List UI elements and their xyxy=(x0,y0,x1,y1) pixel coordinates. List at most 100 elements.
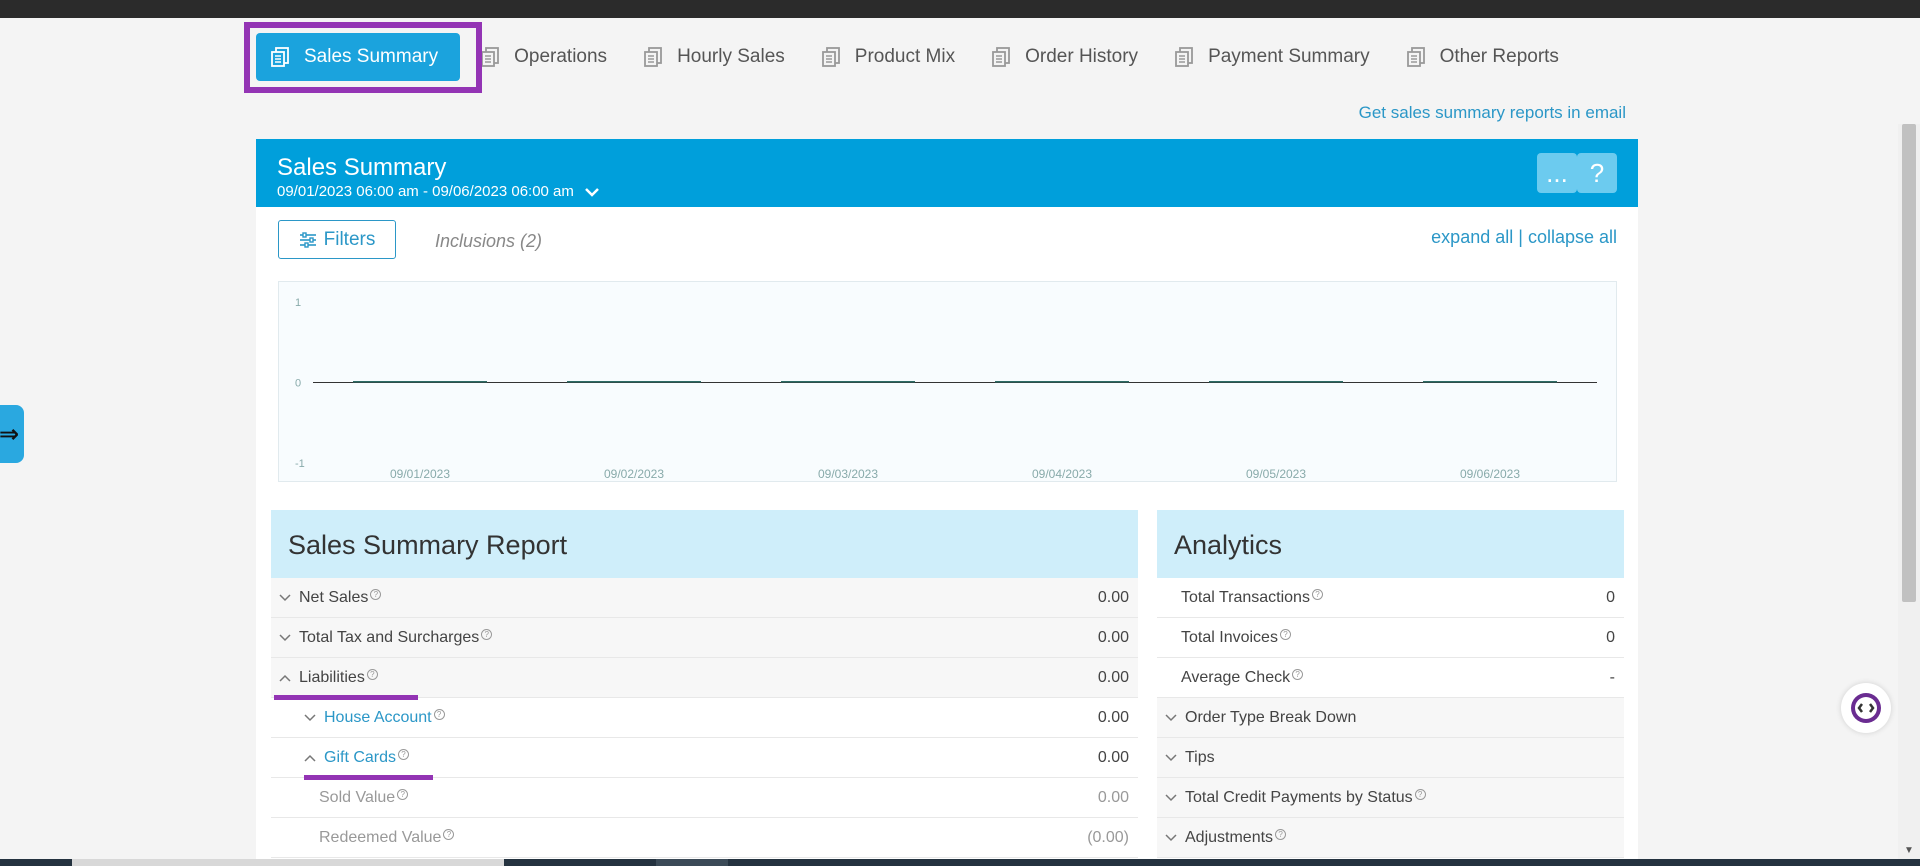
chart-bar[interactable] xyxy=(781,381,915,383)
chevron-down-icon xyxy=(279,589,291,607)
row-label: Liabilities xyxy=(299,668,365,686)
more-options-button[interactable]: ... xyxy=(1537,153,1577,193)
scrollbar-thumb[interactable] xyxy=(1902,124,1916,602)
y-tick-label: 1 xyxy=(295,297,301,309)
sidebar-toggle-button[interactable]: ⇒ xyxy=(0,405,24,463)
report-doc-icon xyxy=(1406,47,1425,67)
email-reports-link[interactable]: Get sales summary reports in email xyxy=(1359,103,1626,123)
analytics-row-transactions: Total Transactions? 0 xyxy=(1157,578,1624,618)
sales-summary-panel: Sales Summary 09/01/2023 06:00 am - 09/0… xyxy=(256,139,1638,866)
row-value: 0 xyxy=(1606,628,1615,646)
tab-order-history[interactable]: Order History xyxy=(977,33,1154,81)
tab-payment-summary[interactable]: Payment Summary xyxy=(1160,33,1386,81)
tab-operations[interactable]: Operations xyxy=(466,33,623,81)
x-tick-label: 09/03/2023 xyxy=(818,467,878,481)
analytics-row-adjustments[interactable]: Adjustments? xyxy=(1157,818,1624,858)
sales-chart: 1 0 -1 09/01/2023 09/02/2023 09/03/2023 09/04/… xyxy=(278,281,1617,482)
help-circle-icon[interactable]: ? xyxy=(398,749,410,760)
chart-svg: 1 0 -1 09/01/2023 09/02/2023 09/03/2023 09/04/… xyxy=(295,297,1597,481)
help-circle-icon[interactable]: ? xyxy=(481,629,493,640)
help-circle-icon[interactable]: ? xyxy=(443,829,455,840)
row-value: (0.00) xyxy=(1087,828,1129,846)
y-tick-label: -1 xyxy=(295,458,305,470)
chart-bar[interactable] xyxy=(567,381,701,383)
filters-button[interactable]: Filters xyxy=(278,220,396,259)
row-value: 0 xyxy=(1606,588,1615,606)
report-row-liabilities[interactable]: Liabilities? 0.00 xyxy=(271,658,1138,700)
row-label: House Account xyxy=(324,708,432,726)
date-range-text: 09/01/2023 06:00 am - 09/06/2023 06:00 a… xyxy=(277,183,574,200)
x-tick-label: 09/05/2023 xyxy=(1246,467,1306,481)
chevron-up-icon xyxy=(304,749,316,767)
scroll-down-arrow-icon[interactable]: ▼ xyxy=(1904,845,1914,856)
row-label: Total Credit Payments by Status xyxy=(1185,788,1413,806)
row-label: Total Tax and Surcharges xyxy=(299,628,480,646)
row-value: 0.00 xyxy=(1097,628,1129,646)
row-label: Sold Value xyxy=(319,788,396,806)
tab-hourly-sales[interactable]: Hourly Sales xyxy=(629,33,801,81)
arrow-right-icon: ⇒ xyxy=(0,420,20,448)
row-label: Redeemed Value xyxy=(319,828,442,846)
help-circle-icon[interactable]: ? xyxy=(397,789,409,800)
analytics-row-order-type[interactable]: Order Type Break Down xyxy=(1157,698,1624,738)
date-range-selector[interactable]: 09/01/2023 06:00 am - 09/06/2023 06:00 a… xyxy=(277,183,1638,200)
row-value: 0.00 xyxy=(1097,588,1129,606)
tab-label: Order History xyxy=(1025,46,1139,67)
analytics-row-credit-payments[interactable]: Total Credit Payments by Status? xyxy=(1157,778,1624,818)
assistant-bot-button[interactable] xyxy=(1841,683,1891,733)
report-row-gift-cards[interactable]: Gift Cards? 0.00 xyxy=(271,738,1138,780)
tab-other-reports[interactable]: Other Reports xyxy=(1392,33,1575,81)
chevron-up-icon xyxy=(279,669,291,687)
chevron-down-icon xyxy=(304,709,316,727)
browser-top-bar xyxy=(0,0,1920,18)
x-tick-label: 09/02/2023 xyxy=(604,467,664,481)
collapse-all-link[interactable]: collapse all xyxy=(1528,227,1617,247)
help-circle-icon[interactable]: ? xyxy=(1279,629,1291,640)
sliders-icon xyxy=(299,231,316,248)
report-row-house-account[interactable]: House Account? 0.00 xyxy=(271,698,1138,738)
chevron-down-icon xyxy=(585,187,599,197)
report-doc-icon xyxy=(992,47,1010,67)
y-tick-label: 0 xyxy=(295,378,301,390)
help-circle-icon[interactable]: ? xyxy=(1292,669,1304,680)
help-circle-icon[interactable]: ? xyxy=(433,709,445,720)
x-tick-label: 09/06/2023 xyxy=(1460,467,1520,481)
taskbar-item xyxy=(656,859,728,866)
row-label: Net Sales xyxy=(299,588,369,606)
chart-bar[interactable] xyxy=(995,381,1129,383)
row-label: Gift Cards xyxy=(324,748,397,766)
chevron-down-icon xyxy=(279,629,291,647)
row-label: Adjustments xyxy=(1185,828,1274,846)
report-title: Sales Summary Report xyxy=(271,510,1138,578)
analytics-row-tips[interactable]: Tips xyxy=(1157,738,1624,778)
report-row-sold-value: Sold Value? 0.00 xyxy=(271,778,1138,818)
analytics-row-invoices: Total Invoices? 0 xyxy=(1157,618,1624,658)
chevron-down-icon xyxy=(1165,829,1177,847)
tab-product-mix[interactable]: Product Mix xyxy=(807,33,971,81)
separator: | xyxy=(1513,227,1528,247)
help-button[interactable]: ? xyxy=(1577,153,1617,193)
taskbar-item xyxy=(72,859,504,866)
inclusions-link[interactable]: Inclusions (2) xyxy=(435,231,542,252)
expand-all-link[interactable]: expand all xyxy=(1431,227,1513,247)
row-value: 0.00 xyxy=(1097,748,1129,766)
row-value: - xyxy=(1609,668,1615,686)
help-circle-icon[interactable]: ? xyxy=(1275,829,1287,840)
chart-bar[interactable] xyxy=(353,381,487,383)
tab-label: Product Mix xyxy=(854,46,956,67)
report-row-tax[interactable]: Total Tax and Surcharges? 0.00 xyxy=(271,618,1138,658)
report-row-net-sales[interactable]: Net Sales? 0.00 xyxy=(271,578,1138,618)
help-circle-icon[interactable]: ? xyxy=(1414,789,1426,800)
row-value: 0.00 xyxy=(1097,788,1129,806)
tab-label: Payment Summary xyxy=(1208,46,1370,67)
chart-bar[interactable] xyxy=(1423,381,1557,383)
analytics-row-average-check: Average Check? - xyxy=(1157,658,1624,698)
chart-bar[interactable] xyxy=(1209,381,1343,383)
report-doc-icon xyxy=(821,47,840,67)
help-circle-icon[interactable]: ? xyxy=(370,589,382,600)
report-doc-icon xyxy=(644,47,662,67)
help-circle-icon[interactable]: ? xyxy=(366,669,378,680)
tab-label: Operations xyxy=(514,46,608,67)
help-circle-icon[interactable]: ? xyxy=(1311,589,1323,600)
vertical-scrollbar[interactable]: ▼ xyxy=(1898,124,1920,866)
